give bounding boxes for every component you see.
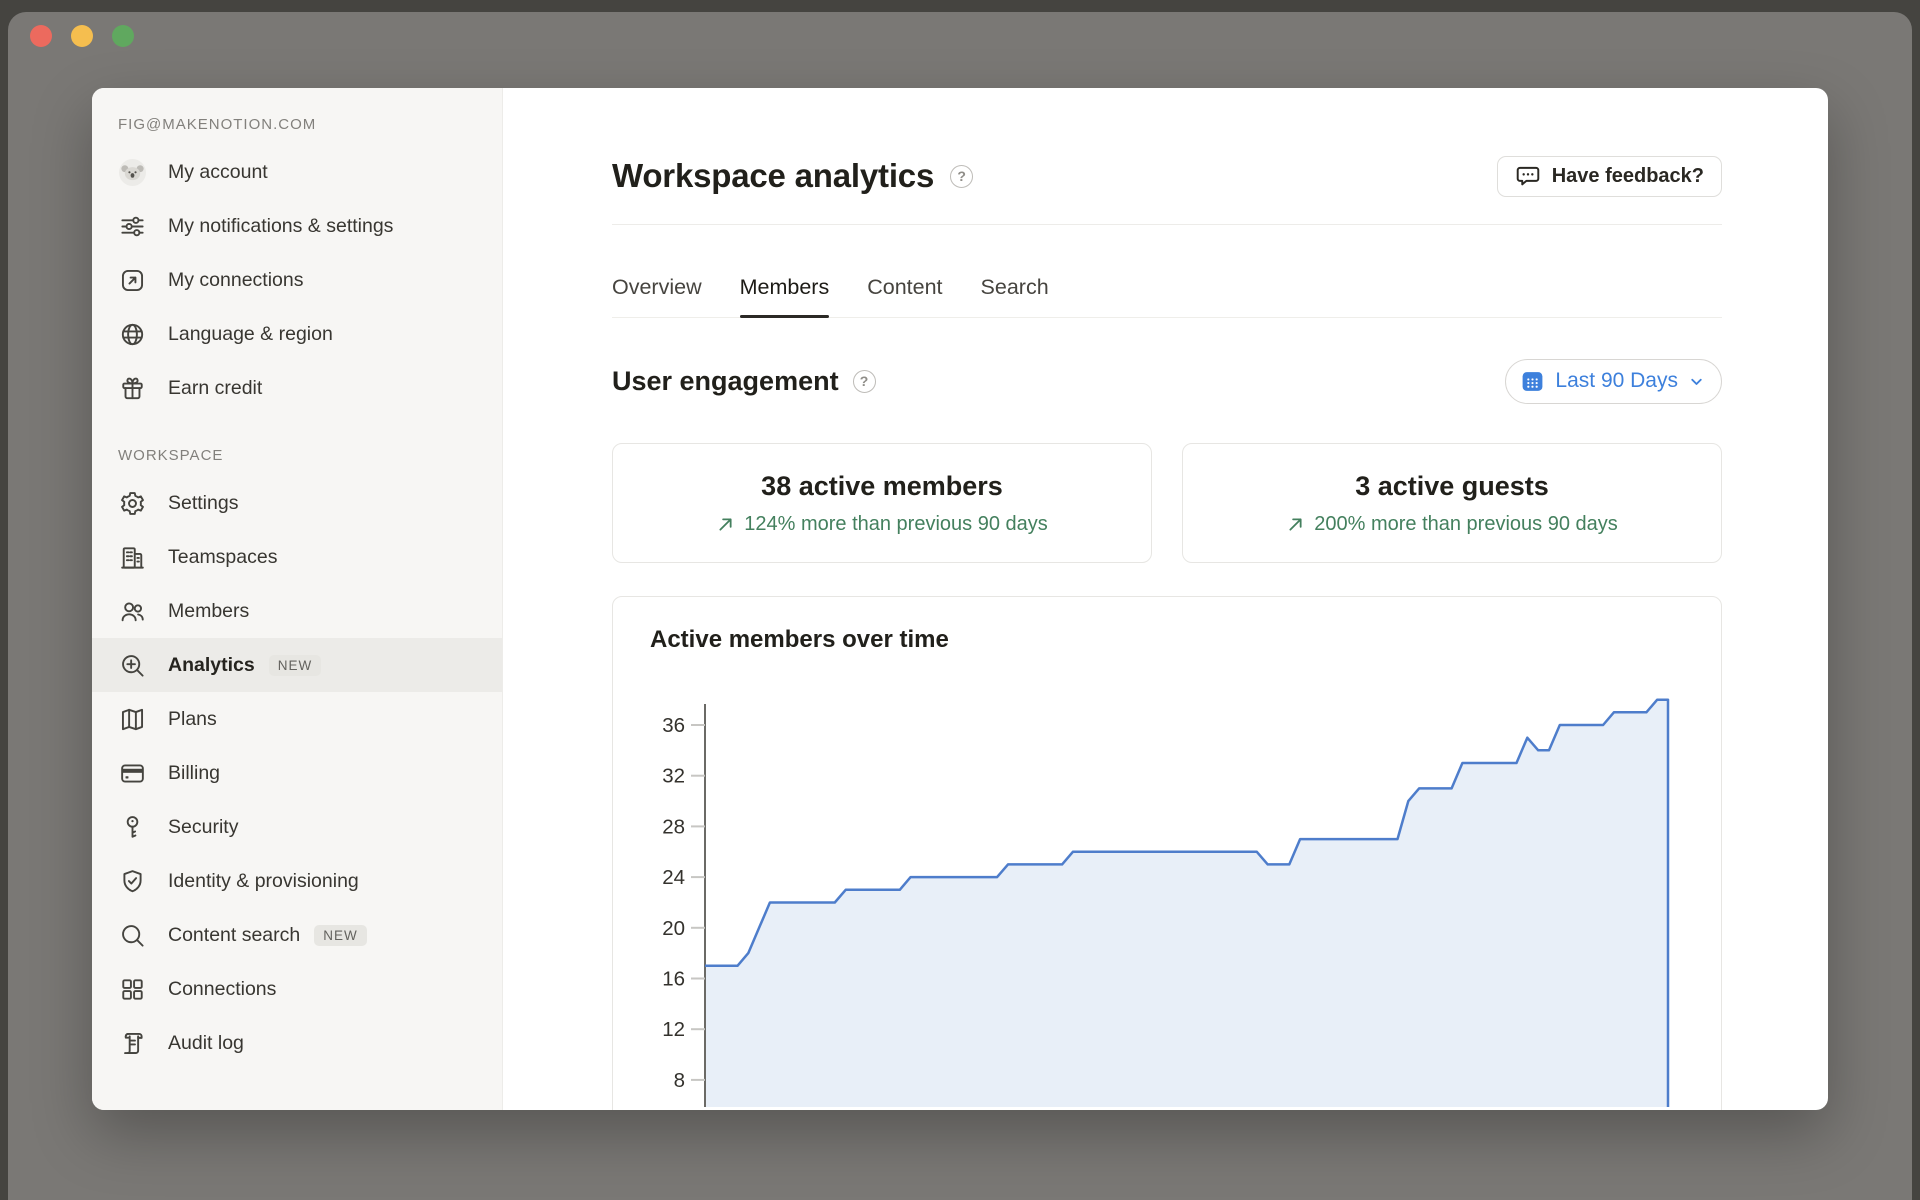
- sidebar-item-content-search[interactable]: Content search NEW: [92, 908, 502, 962]
- analytics-main: Workspace analytics ? Have feedback?: [503, 88, 1828, 1110]
- new-badge: NEW: [269, 655, 322, 676]
- sidebar-item-identity-provisioning[interactable]: Identity & provisioning: [92, 854, 502, 908]
- active-members-area-chart: 36 32 28 24 20 16 12 8: [613, 597, 1722, 1107]
- chevron-down-icon: [1688, 373, 1705, 390]
- gear-icon: [118, 489, 146, 517]
- credit-card-icon: [118, 759, 146, 787]
- gift-icon: [118, 374, 146, 402]
- trend-up-icon: [1286, 515, 1305, 534]
- sidebar-item-label: Plans: [168, 707, 217, 732]
- magnifier-sparkle-icon: [118, 651, 146, 679]
- engagement-help-icon[interactable]: ?: [853, 370, 876, 393]
- sidebar-item-security[interactable]: Security: [92, 800, 502, 854]
- arrow-up-right-box-icon: [118, 266, 146, 294]
- sidebar-item-label: Billing: [168, 761, 220, 786]
- y-tick-label: 16: [662, 968, 685, 991]
- sidebar-item-my-connections[interactable]: My connections: [92, 253, 502, 307]
- active-guests-delta: 200% more than previous 90 days: [1314, 513, 1618, 536]
- sidebar-item-label: Identity & provisioning: [168, 869, 359, 894]
- sidebar-item-earn-credit[interactable]: Earn credit: [92, 361, 502, 415]
- sidebar-item-plans[interactable]: Plans: [92, 692, 502, 746]
- y-tick-label: 36: [662, 714, 685, 737]
- tab-search[interactable]: Search: [981, 275, 1049, 317]
- date-range-dropdown[interactable]: Last 90 Days: [1505, 359, 1722, 404]
- date-range-label: Last 90 Days: [1555, 369, 1678, 393]
- app-window: FIG@MAKENOTION.COM My account My notifica…: [8, 12, 1912, 1200]
- chart-area-fill: [705, 700, 1668, 1107]
- sidebar-item-analytics[interactable]: Analytics NEW: [92, 638, 502, 692]
- feedback-button-label: Have feedback?: [1552, 165, 1704, 188]
- minimize-button[interactable]: [71, 25, 93, 47]
- new-badge: NEW: [314, 925, 367, 946]
- y-tick-label: 12: [662, 1018, 685, 1041]
- sidebar-item-teamspaces[interactable]: Teamspaces: [92, 530, 502, 584]
- sliders-icon: [118, 212, 146, 240]
- people-icon: [118, 597, 146, 625]
- sidebar-item-label: Settings: [168, 491, 238, 516]
- tab-members[interactable]: Members: [740, 275, 830, 317]
- tab-overview[interactable]: Overview: [612, 275, 702, 317]
- workspace-section-label: WORKSPACE: [118, 447, 476, 464]
- sidebar-item-label: My connections: [168, 268, 303, 293]
- building-icon: [118, 543, 146, 571]
- settings-dialog: FIG@MAKENOTION.COM My account My notifica…: [92, 88, 1828, 1110]
- sidebar-item-language-region[interactable]: Language & region: [92, 307, 502, 361]
- close-button[interactable]: [30, 25, 52, 47]
- globe-icon: [118, 320, 146, 348]
- window-controls: [30, 25, 134, 47]
- sidebar-item-label: Earn credit: [168, 376, 262, 401]
- trend-up-icon: [716, 515, 735, 534]
- sidebar-item-label: Content search: [168, 923, 300, 948]
- page-title: Workspace analytics: [612, 157, 934, 195]
- active-members-chart-card: Active members over time 363228242016128: [612, 596, 1722, 1110]
- shield-check-icon: [118, 867, 146, 895]
- sidebar-item-label: Security: [168, 815, 238, 840]
- calendar-icon: [1520, 369, 1545, 394]
- sidebar-item-billing[interactable]: Billing: [92, 746, 502, 800]
- sidebar-item-label: Teamspaces: [168, 545, 277, 570]
- active-guests-value: 3 active guests: [1355, 471, 1549, 502]
- y-tick-label: 24: [662, 866, 685, 889]
- active-members-delta: 124% more than previous 90 days: [744, 513, 1048, 536]
- y-tick-label: 20: [662, 917, 685, 940]
- sidebar-item-label: My notifications & settings: [168, 214, 393, 239]
- sidebar-item-my-notifications-settings[interactable]: My notifications & settings: [92, 199, 502, 253]
- help-icon[interactable]: ?: [950, 165, 973, 188]
- user-engagement-title: User engagement: [612, 366, 839, 397]
- sidebar-item-label: Analytics: [168, 653, 255, 678]
- y-tick-label: 28: [662, 815, 685, 838]
- sidebar-item-label: Members: [168, 599, 249, 624]
- active-members-value: 38 active members: [761, 471, 1003, 502]
- sidebar-item-audit-log[interactable]: Audit log: [92, 1016, 502, 1070]
- grid-icon: [118, 975, 146, 1003]
- sidebar-item-connections[interactable]: Connections: [92, 962, 502, 1016]
- have-feedback-button[interactable]: Have feedback?: [1497, 156, 1722, 197]
- sidebar-item-label: My account: [168, 160, 268, 185]
- scroll-icon: [118, 1029, 146, 1057]
- sidebar-item-settings[interactable]: Settings: [92, 476, 502, 530]
- zoom-button[interactable]: [112, 25, 134, 47]
- analytics-tabs: Overview Members Content Search: [612, 225, 1722, 318]
- sidebar-item-label: Language & region: [168, 322, 333, 347]
- y-tick-label: 8: [674, 1069, 685, 1092]
- account-section-label: FIG@MAKENOTION.COM: [118, 116, 476, 133]
- chart-yaxis-ticks: 36 32 28 24 20 16 12 8: [662, 714, 705, 1092]
- sidebar-item-label: Audit log: [168, 1031, 244, 1056]
- sidebar-item-members[interactable]: Members: [92, 584, 502, 638]
- sidebar-item-label: Connections: [168, 977, 276, 1002]
- feedback-bubble-icon: [1515, 163, 1541, 189]
- settings-sidebar: FIG@MAKENOTION.COM My account My notifica…: [92, 88, 503, 1110]
- avatar-koala-icon: [118, 158, 146, 186]
- magnifier-icon: [118, 921, 146, 949]
- active-members-card: 38 active members 124% more than previou…: [612, 443, 1152, 563]
- tab-content[interactable]: Content: [867, 275, 942, 317]
- active-guests-card: 3 active guests 200% more than previous …: [1182, 443, 1722, 563]
- key-icon: [118, 813, 146, 841]
- map-icon: [118, 705, 146, 733]
- sidebar-item-my-account[interactable]: My account: [92, 145, 502, 199]
- y-tick-label: 32: [662, 765, 685, 788]
